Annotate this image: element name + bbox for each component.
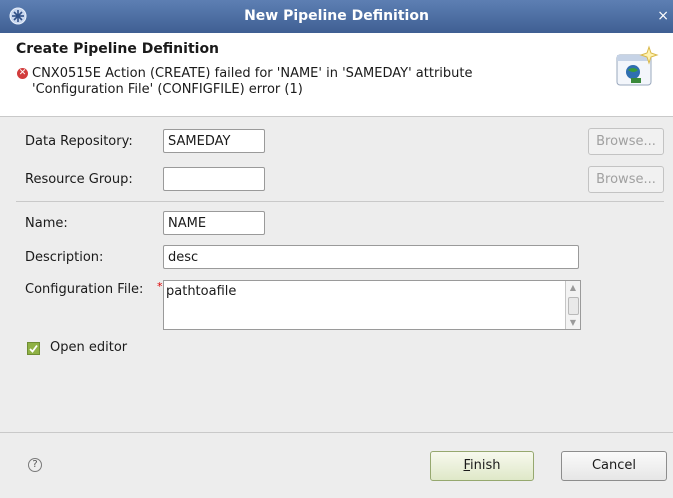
window-title: New Pipeline Definition xyxy=(244,8,429,24)
description-label: Description: xyxy=(25,250,104,265)
cancel-button[interactable]: Cancel xyxy=(561,451,667,481)
configuration-file-textarea[interactable]: pathtoafile ▲ ▼ xyxy=(163,280,581,330)
scroll-up-icon[interactable]: ▲ xyxy=(566,281,580,294)
title-bar[interactable]: New Pipeline Definition × xyxy=(0,0,673,33)
configuration-file-label: Configuration File: xyxy=(25,282,144,297)
error-icon: ✕ xyxy=(17,68,28,79)
scroll-down-icon[interactable]: ▼ xyxy=(566,316,580,329)
page-title: Create Pipeline Definition xyxy=(16,41,220,57)
description-field[interactable]: desc xyxy=(163,245,579,269)
close-icon[interactable]: × xyxy=(657,8,669,24)
finish-label: inish xyxy=(470,458,501,473)
data-repository-field[interactable]: SAMEDAY xyxy=(163,129,265,153)
name-field[interactable]: NAME xyxy=(163,211,265,235)
configuration-file-value: pathtoafile xyxy=(166,284,237,299)
wizard-header: Create Pipeline Definition ✕ CNX0515E Ac… xyxy=(0,33,673,117)
required-marker: * xyxy=(157,280,163,293)
data-repository-label: Data Repository: xyxy=(25,134,133,149)
wizard-banner-icon xyxy=(616,45,659,86)
checkmark-icon xyxy=(29,344,38,353)
resource-group-browse-button[interactable]: Browse... xyxy=(588,166,664,193)
open-editor-label[interactable]: Open editor xyxy=(50,340,127,355)
scroll-thumb[interactable] xyxy=(568,297,579,315)
error-message: CNX0515E Action (CREATE) failed for 'NAM… xyxy=(32,66,473,97)
name-label: Name: xyxy=(25,216,68,231)
help-icon[interactable]: ? xyxy=(28,458,42,472)
resource-group-field[interactable] xyxy=(163,167,265,191)
resource-group-label: Resource Group: xyxy=(25,172,133,187)
vertical-scrollbar[interactable]: ▲ ▼ xyxy=(565,281,580,329)
open-editor-checkbox[interactable] xyxy=(27,342,40,355)
section-divider xyxy=(16,201,664,202)
finish-button[interactable]: Finish xyxy=(430,451,534,481)
data-repository-browse-button[interactable]: Browse... xyxy=(588,128,664,155)
footer-divider xyxy=(0,432,673,433)
